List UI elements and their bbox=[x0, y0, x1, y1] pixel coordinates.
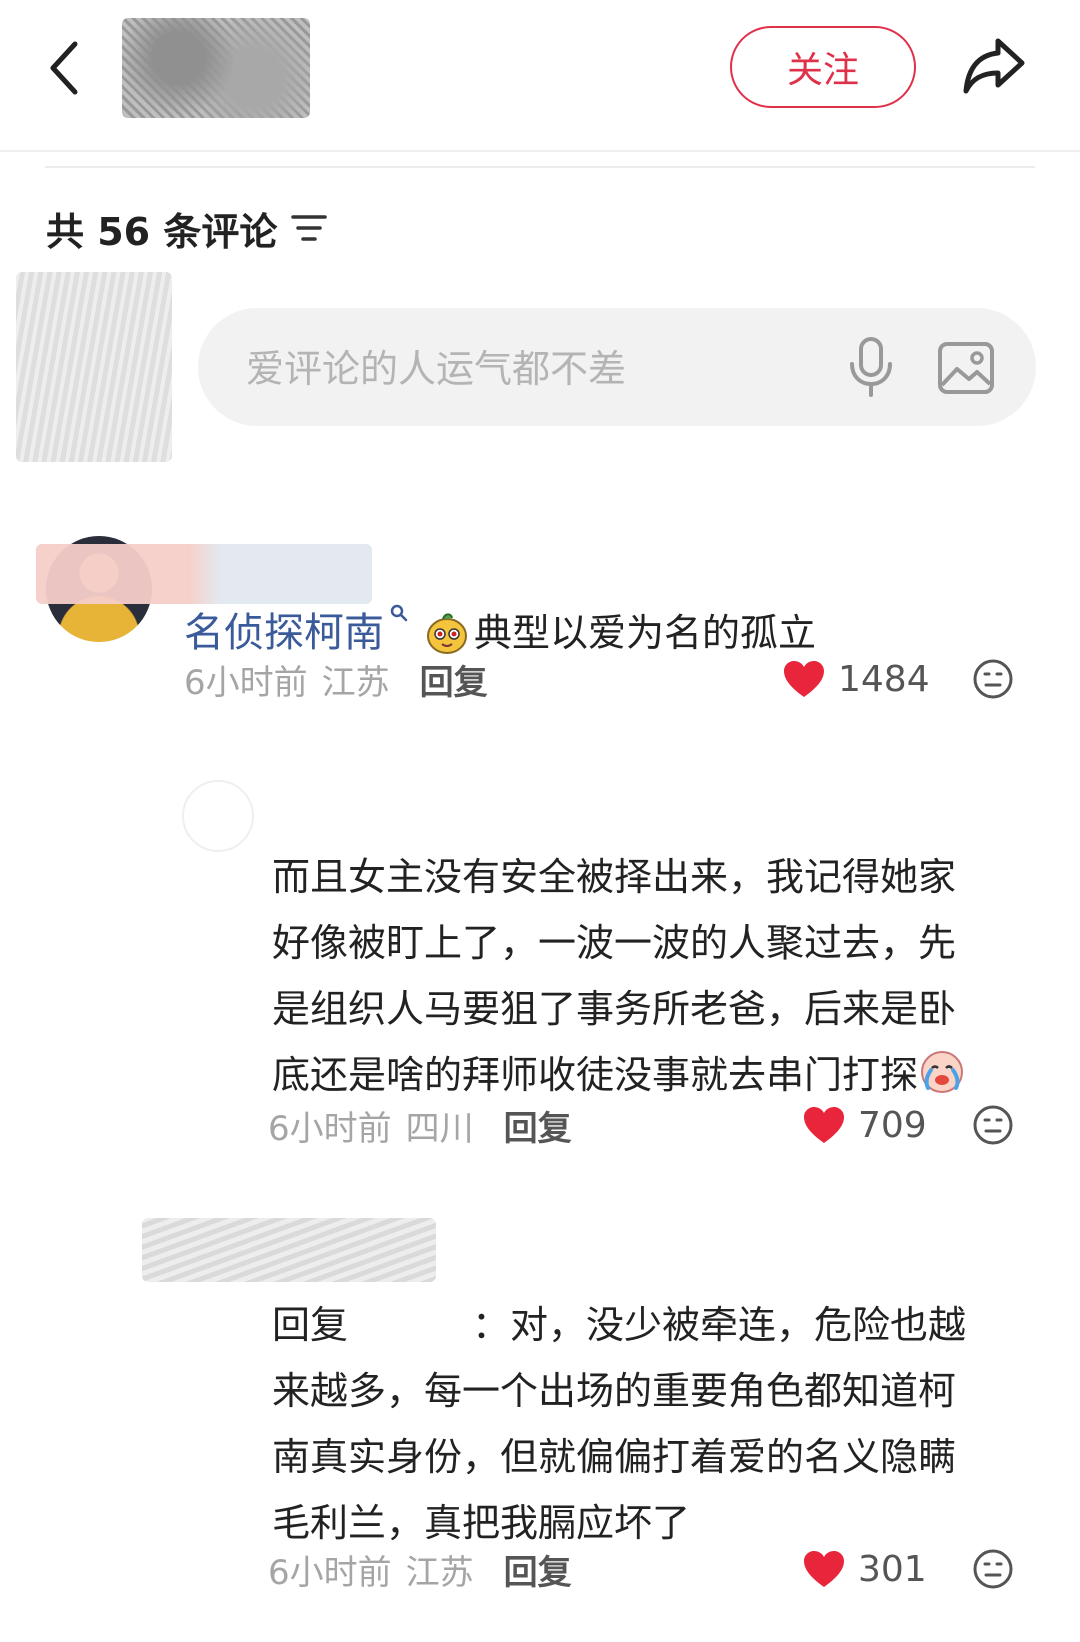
sort-button[interactable] bbox=[291, 213, 328, 243]
microphone-icon bbox=[850, 337, 892, 397]
emoji-icon bbox=[973, 1105, 1013, 1145]
crying-emoji-icon bbox=[918, 1048, 966, 1096]
like-count: 709 bbox=[858, 1104, 927, 1146]
reply-location: 江苏 bbox=[405, 1552, 474, 1593]
heart-icon bbox=[804, 1551, 844, 1587]
image-icon bbox=[938, 342, 994, 394]
share-icon bbox=[963, 38, 1025, 94]
like-button[interactable]: 1484 bbox=[782, 652, 930, 706]
sort-icon bbox=[291, 215, 328, 241]
reply-avatar[interactable] bbox=[182, 780, 254, 852]
comment-count: 共 56 条评论 bbox=[46, 209, 278, 254]
reply-meta: 6小时前 四川 回复 bbox=[268, 1098, 572, 1152]
comment-time: 6小时前 bbox=[184, 662, 308, 703]
emoji-icon bbox=[973, 1549, 1013, 1589]
comment-count-row: 共 56 条评论 bbox=[46, 198, 328, 258]
reply-content: 回复 ：对，没少被牵连，危险也越 来越多，每一个出场的重要角色都知道柯 南真实身份… bbox=[272, 1292, 1042, 1556]
reply-line-text: 对，没少被牵连，危险也越 bbox=[510, 1303, 967, 1347]
comment-input[interactable]: 爱评论的人运气都不差 bbox=[198, 308, 1036, 426]
emoji-reaction-button[interactable] bbox=[970, 656, 1016, 702]
reply-location: 四川 bbox=[405, 1108, 474, 1149]
comment-input-placeholder: 爱评论的人运气都不差 bbox=[246, 347, 627, 391]
reply-content: 而且女主没有安全被择出来，我记得她家 好像被盯上了，一波一波的人聚过去，先 是组… bbox=[272, 844, 1042, 1108]
emoji-icon bbox=[973, 659, 1013, 699]
emoji-reaction-button[interactable] bbox=[970, 1102, 1016, 1148]
reply-meta: 6小时前 江苏 回复 bbox=[268, 1542, 572, 1596]
reply-author-redacted[interactable] bbox=[142, 1218, 436, 1282]
commenter-name-redacted[interactable] bbox=[36, 544, 372, 604]
emoji-reaction-button[interactable] bbox=[970, 1546, 1016, 1592]
sticker-emoji-icon bbox=[424, 610, 470, 656]
like-button[interactable]: 301 bbox=[802, 1542, 927, 1596]
reply-time: 6小时前 bbox=[268, 1552, 392, 1593]
reply-prefix: 回复 bbox=[272, 1303, 349, 1347]
reply-line-text: 底还是啥的拜师收徒没事就去串门打探 bbox=[272, 1053, 919, 1097]
heart-icon bbox=[784, 661, 824, 697]
reply-button[interactable]: 回复 bbox=[504, 1101, 572, 1150]
like-button[interactable]: 709 bbox=[802, 1098, 927, 1152]
follow-button[interactable]: 关注 bbox=[730, 26, 916, 108]
heart-icon bbox=[804, 1107, 844, 1143]
like-count: 301 bbox=[858, 1548, 927, 1590]
chevron-left-icon bbox=[50, 41, 78, 95]
comment-meta: 6小时前 江苏 回复 bbox=[184, 652, 488, 706]
reply-separator: ： bbox=[472, 1303, 511, 1347]
author-info-redacted[interactable] bbox=[122, 18, 310, 118]
reply-time: 6小时前 bbox=[268, 1108, 392, 1149]
search-icon bbox=[390, 604, 408, 622]
reply-line-first: 回复 ：对，没少被牵连，危险也越 bbox=[272, 1292, 1042, 1358]
reply-line: 是组织人马要狙了事务所老爸，后来是卧 bbox=[272, 987, 957, 1031]
reply-line: 南真实身份，但就偏偏打着爱的名义隐瞒 bbox=[272, 1435, 957, 1479]
reply-line: 而且女主没有安全被择出来，我记得她家 bbox=[272, 855, 957, 899]
my-avatar-redacted bbox=[16, 272, 172, 462]
back-button[interactable] bbox=[40, 36, 90, 100]
like-count: 1484 bbox=[838, 658, 930, 700]
share-button[interactable] bbox=[958, 30, 1030, 102]
reply-line: 好像被盯上了，一波一波的人聚过去，先 bbox=[272, 921, 957, 965]
image-upload-button[interactable] bbox=[934, 336, 998, 400]
reply-button[interactable]: 回复 bbox=[504, 1545, 572, 1594]
comment-text: 典型以爱为名的孤立 bbox=[474, 611, 817, 655]
divider bbox=[45, 166, 1035, 168]
comment-location: 江苏 bbox=[321, 662, 390, 703]
top-bar: 关注 bbox=[0, 0, 1080, 152]
voice-input-button[interactable] bbox=[838, 334, 904, 400]
reply-line: 来越多，每一个出场的重要角色都知道柯 bbox=[272, 1369, 957, 1413]
reply-button[interactable]: 回复 bbox=[420, 655, 488, 704]
